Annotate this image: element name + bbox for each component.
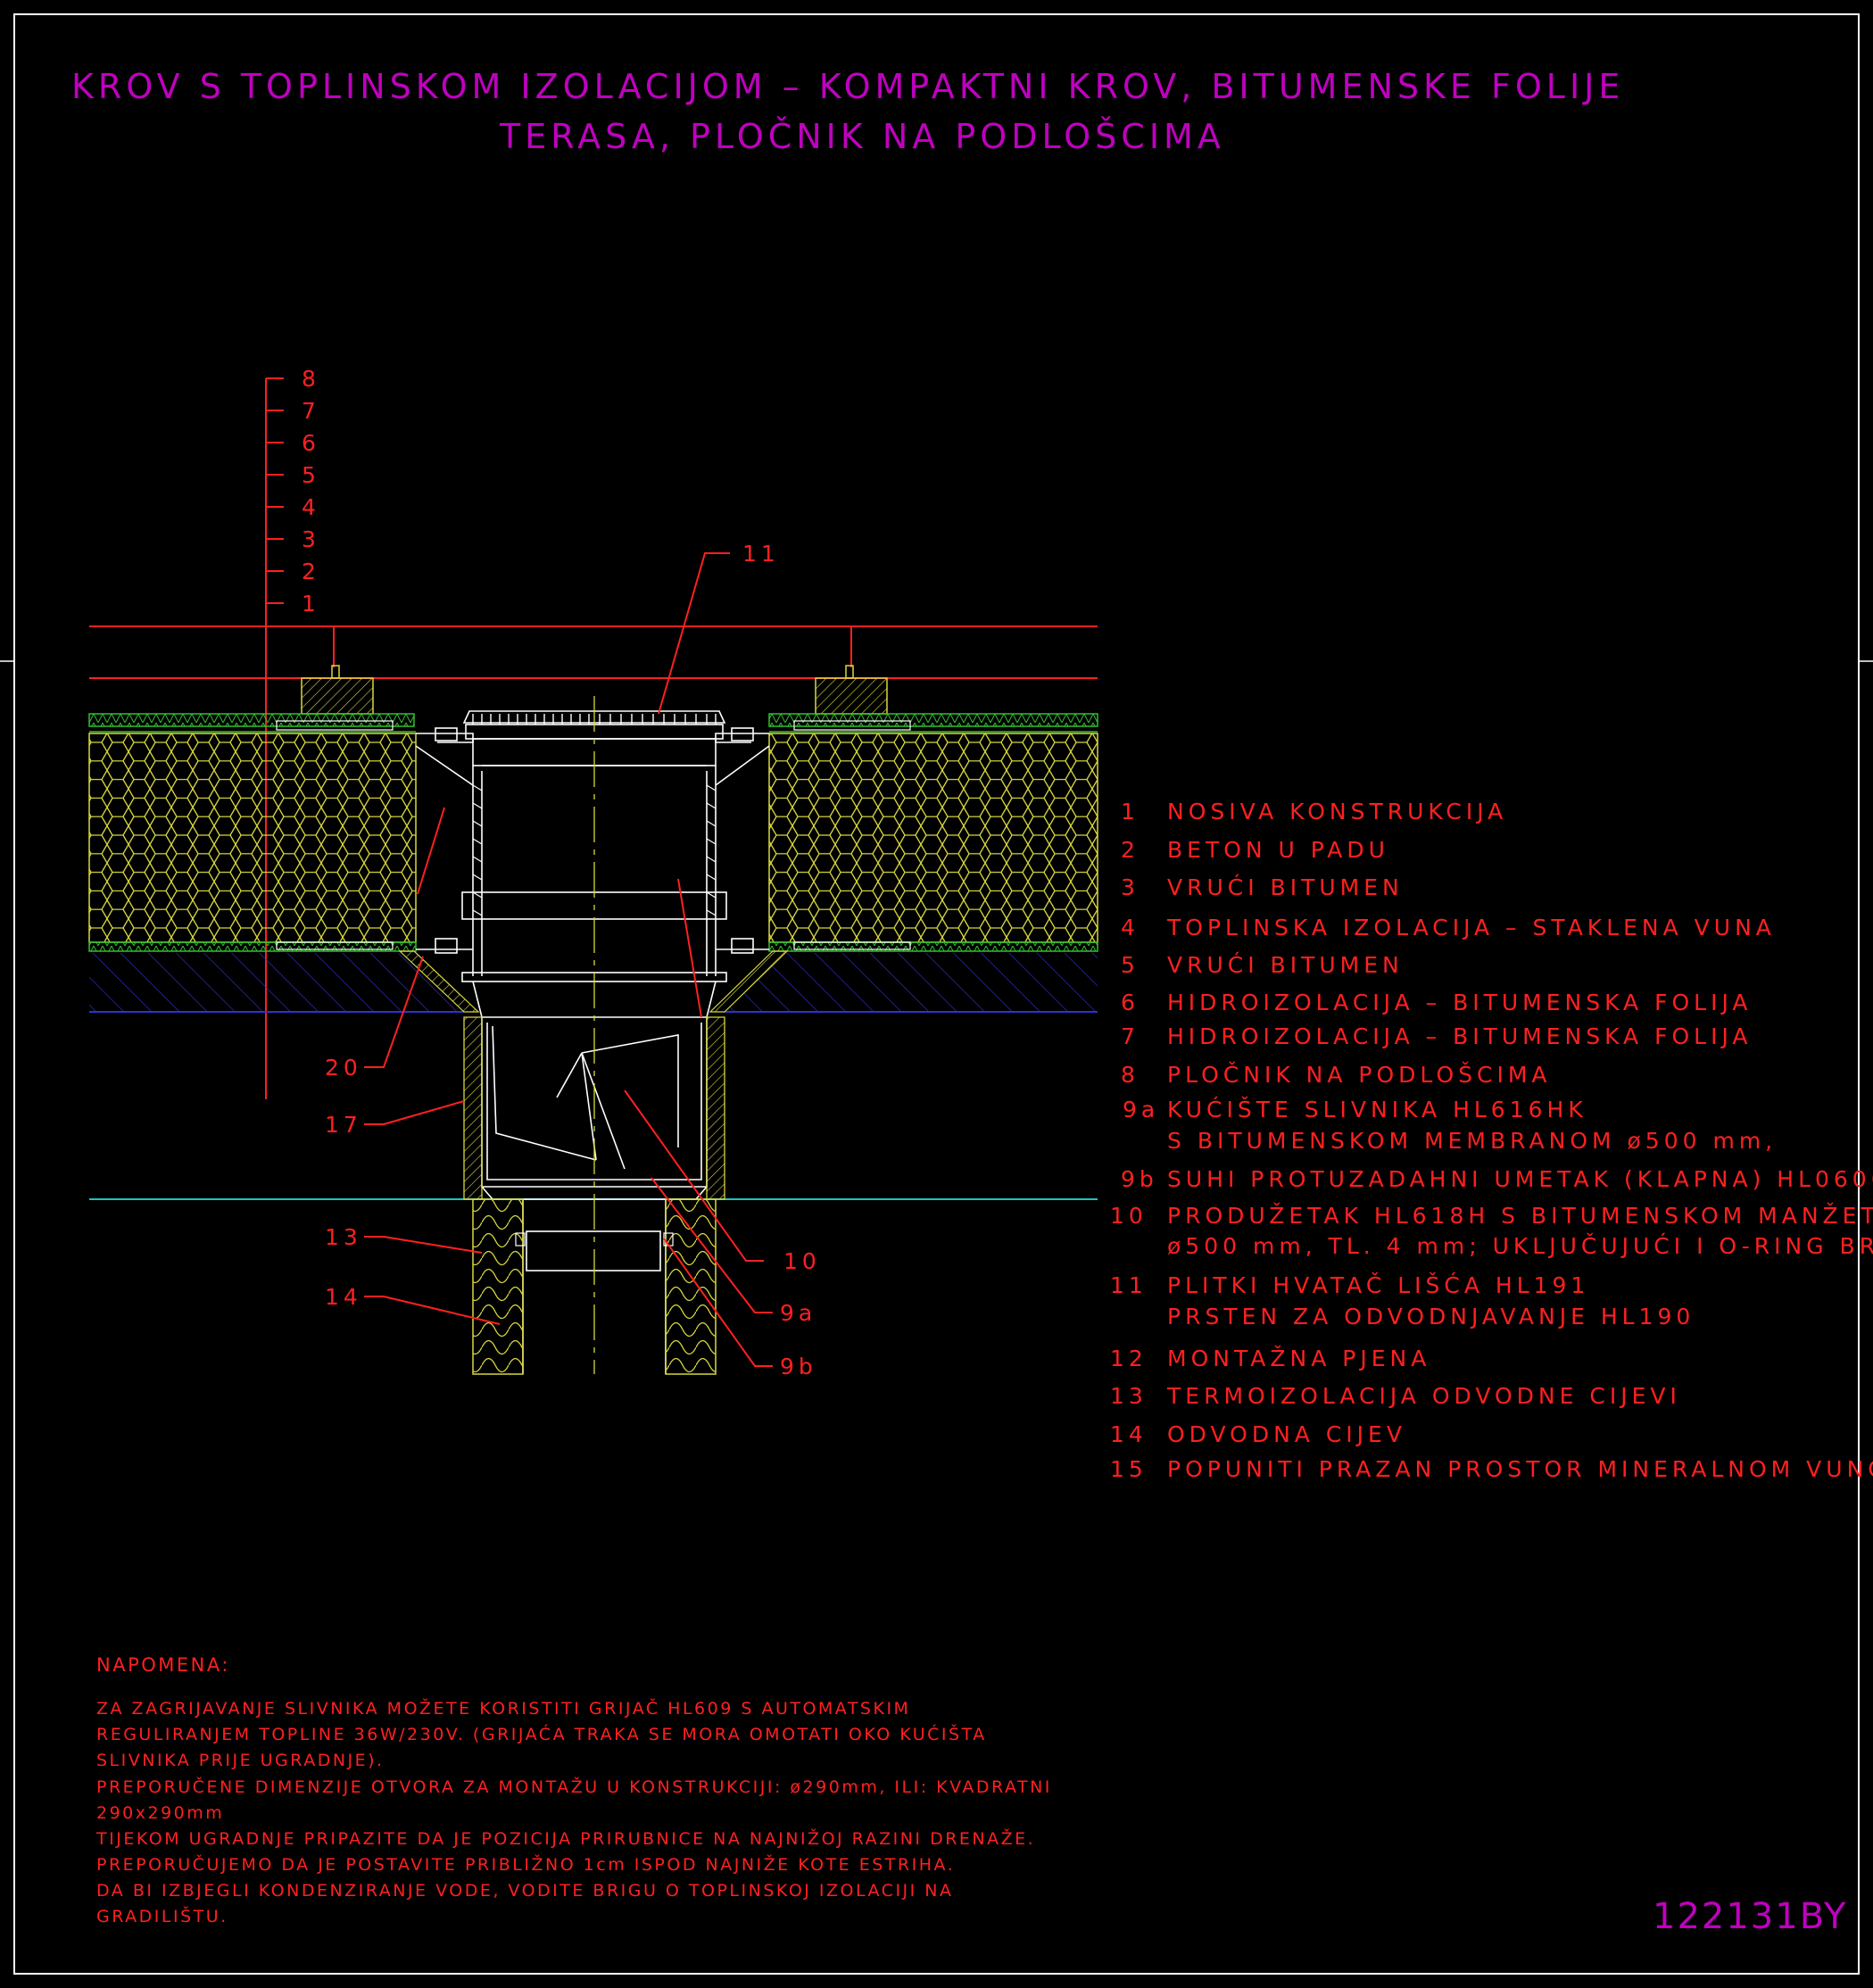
scale-label-2: 2	[302, 559, 320, 584]
callout-17: 17	[325, 1112, 362, 1138]
scale-label-8: 8	[302, 366, 320, 392]
scale-label-4: 4	[302, 494, 320, 520]
legend-num: 13	[1110, 1383, 1148, 1409]
vapour-barrier	[88, 941, 1098, 952]
scale-label-5: 5	[302, 462, 320, 488]
note-line: REGULIRANJEM TOPLINE 36W/230V. (GRIJAĆA …	[96, 1723, 987, 1744]
legend-num: 9b	[1121, 1166, 1158, 1192]
callout-9b: 9b	[780, 1354, 817, 1379]
legend-num: 11	[1110, 1272, 1148, 1298]
legend-num: 4	[1121, 915, 1140, 940]
legend-text: PLOČNIK NA PODLOŠCIMA	[1167, 1061, 1552, 1088]
legend-text: PLITKI HVATAČ LIŠĆA HL191	[1167, 1271, 1589, 1298]
legend-text: ODVODNA CIJEV	[1167, 1421, 1406, 1447]
legend: 1 NOSIVA KONSTRUKCIJA 2 BETON U PADU 3 V…	[1110, 799, 1873, 1482]
scale-label-3: 3	[302, 526, 320, 552]
title-line-1: KROV S TOPLINSKOM IZOLACIJOM – KOMPAKTNI…	[71, 67, 1624, 106]
note-line: PREPORUČUJEMO DA JE POSTAVITE PRIBLIŽNO …	[96, 1853, 955, 1875]
insulation-right	[768, 733, 1098, 943]
legend-num: 14	[1110, 1421, 1148, 1447]
legend-text-cont: PRSTEN ZA ODVODNJAVANJE HL190	[1167, 1304, 1695, 1329]
pedestal-left	[301, 665, 374, 715]
legend-num: 2	[1121, 837, 1140, 863]
legend-text: NOSIVA KONSTRUKCIJA	[1167, 799, 1507, 824]
callout-13: 13	[325, 1224, 362, 1250]
note-line: TIJEKOM UGRADNJE PRIPAZITE DA JE POZICIJ…	[95, 1828, 1035, 1849]
note-line: GRADILIŠTU.	[96, 1905, 228, 1926]
legend-num: 1	[1121, 799, 1140, 824]
callout-11: 11	[742, 541, 780, 567]
legend-text: PRODUŽETAK HL618H S BITUMENSKOM MANŽETOM	[1167, 1203, 1873, 1229]
drawing-code: 122131BY	[1653, 1896, 1847, 1937]
legend-num: 6	[1121, 990, 1140, 1015]
legend-text: KUĆIŠTE SLIVNIKA HL616HK	[1167, 1096, 1587, 1122]
note-line: DA BI IZBJEGLI KONDENZIRANJE VODE, VODIT…	[96, 1881, 954, 1901]
scale-label-6: 6	[302, 430, 320, 456]
legend-text: HIDROIZOLACIJA – BITUMENSKA FOLIJA	[1167, 990, 1753, 1015]
insulation-left	[88, 733, 417, 943]
legend-num: 5	[1121, 952, 1140, 978]
legend-text: TERMOIZOLACIJA ODVODNE CIJEVI	[1166, 1383, 1681, 1409]
legend-num: 7	[1121, 1023, 1140, 1049]
pedestal-right	[815, 665, 888, 715]
legend-num: 8	[1121, 1062, 1140, 1088]
legend-text: MONTAŽNA PJENA	[1167, 1346, 1430, 1371]
legend-num: 10	[1110, 1203, 1148, 1229]
title-line-2: TERASA, PLOČNIK NA PODLOŠCIMA	[499, 117, 1225, 156]
legend-text: BETON U PADU	[1167, 837, 1389, 863]
notes-block: NAPOMENA: ZA ZAGRIJAVANJE SLIVNIKA MOŽET…	[95, 1654, 1052, 1926]
legend-text: VRUĆI BITUMEN	[1167, 874, 1404, 900]
legend-num: 12	[1110, 1346, 1148, 1371]
legend-text: VRUĆI BITUMEN	[1167, 951, 1404, 978]
callout-10: 10	[783, 1248, 821, 1274]
note-line: 290x290mm	[96, 1803, 224, 1823]
notes-heading: NAPOMENA:	[96, 1654, 230, 1676]
legend-num: 3	[1121, 874, 1140, 900]
callout-14: 14	[325, 1284, 362, 1310]
legend-num: 15	[1110, 1456, 1148, 1482]
scale-label-1: 1	[302, 591, 320, 617]
legend-num: 9a	[1123, 1097, 1159, 1122]
legend-text: SUHI PROTUZADAHNI UMETAK (KLAPNA) HL0606…	[1167, 1166, 1873, 1192]
legend-text: TOPLINSKA IZOLACIJA – STAKLENA VUNA	[1166, 915, 1776, 940]
scale-label-7: 7	[302, 398, 320, 424]
legend-text: HIDROIZOLACIJA – BITUMENSKA FOLIJA	[1167, 1023, 1753, 1049]
callout-9a: 9a	[780, 1300, 816, 1326]
note-line: PREPORUČENE DIMENZIJE OTVORA ZA MONTAŽU …	[96, 1776, 1052, 1797]
note-line: SLIVNIKA PRIJE UGRADNJE).	[96, 1751, 385, 1770]
note-line: ZA ZAGRIJAVANJE SLIVNIKA MOŽETE KORISTIT…	[96, 1697, 910, 1719]
callout-20: 20	[325, 1055, 362, 1081]
paving-slabs	[89, 625, 1098, 679]
legend-text-cont: ø500 mm, TL. 4 mm; UKLJUČUJUĆI I O-RING …	[1167, 1232, 1873, 1259]
legend-text-cont: S BITUMENSKOM MEMBRANOM ø500 mm,	[1167, 1128, 1777, 1154]
detail-drawing: KROV S TOPLINSKOM IZOLACIJOM – KOMPAKTNI…	[0, 13, 1873, 1975]
legend-text: POPUNITI PRAZAN PROSTOR MINERALNOM VUNOM	[1167, 1456, 1873, 1482]
